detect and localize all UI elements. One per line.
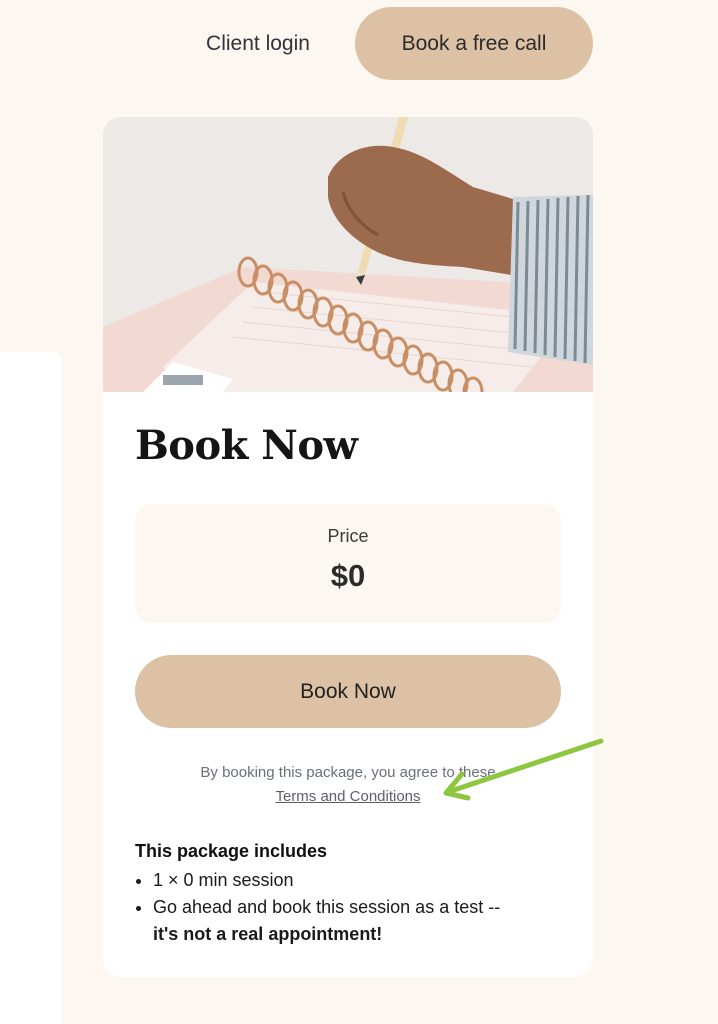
page-title: Book Now xyxy=(135,422,358,469)
notebook-writing-photo xyxy=(103,117,593,392)
price-label: Price xyxy=(327,526,369,546)
list-item-bold-text: it's not a real appointment! xyxy=(153,924,383,944)
price-box: Price $0 xyxy=(135,504,561,623)
package-includes-title: This package includes xyxy=(135,841,328,861)
booking-card: Book Now Price $0 Book Now By booking th… xyxy=(103,117,593,977)
package-includes-list: 1 × 0 min session Go ahead and book this… xyxy=(135,867,573,948)
list-item-text: 1 × 0 min session xyxy=(153,870,294,890)
price-value: $0 xyxy=(330,558,366,593)
list-item: Go ahead and book this session as a test… xyxy=(153,894,573,948)
book-free-call-button[interactable]: Book a free call xyxy=(355,7,593,80)
annotation-arrow-icon xyxy=(443,738,604,801)
left-side-panel xyxy=(0,352,62,1024)
book-now-button[interactable]: Book Now xyxy=(135,655,561,728)
client-login-link[interactable]: Client login xyxy=(186,24,330,64)
list-item: 1 × 0 min session xyxy=(153,867,573,894)
terms-and-conditions-link[interactable]: Terms and Conditions xyxy=(275,788,420,805)
list-item-text: Go ahead and book this session as a test… xyxy=(153,897,501,917)
